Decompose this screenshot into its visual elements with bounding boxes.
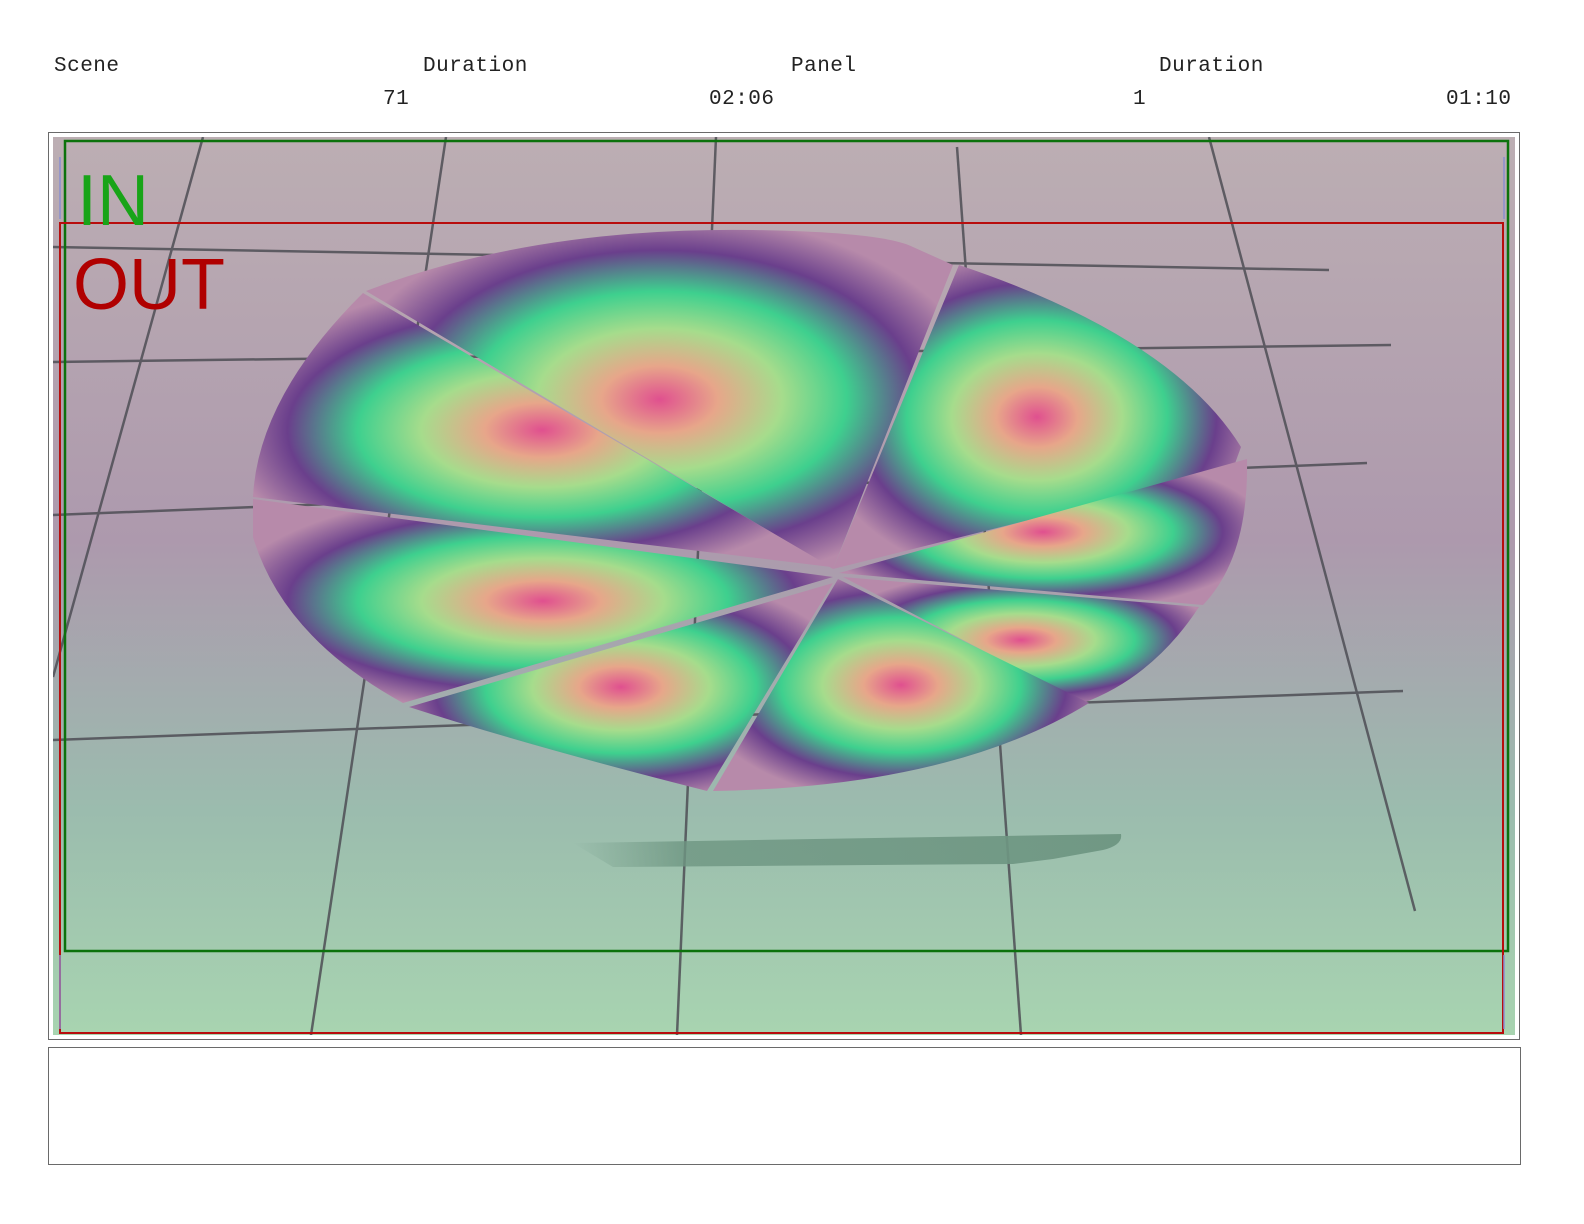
panel-label: Panel [791, 55, 857, 78]
scene-duration-value: 02:06 [709, 88, 775, 111]
panel-duration-value: 01:10 [1446, 88, 1512, 111]
notes-text [49, 1048, 1520, 1068]
scene-label: Scene [54, 55, 120, 78]
in-label: IN [77, 161, 149, 241]
frame-artwork [53, 137, 1515, 1035]
scene-value: 71 [383, 88, 410, 111]
out-label: OUT [73, 245, 225, 325]
scene-duration-label: Duration [423, 55, 528, 78]
notes-box [48, 1047, 1521, 1165]
panel-duration-label: Duration [1159, 55, 1264, 78]
storyboard-frame: IN OUT [48, 132, 1520, 1040]
panel-value: 1 [1133, 88, 1147, 111]
